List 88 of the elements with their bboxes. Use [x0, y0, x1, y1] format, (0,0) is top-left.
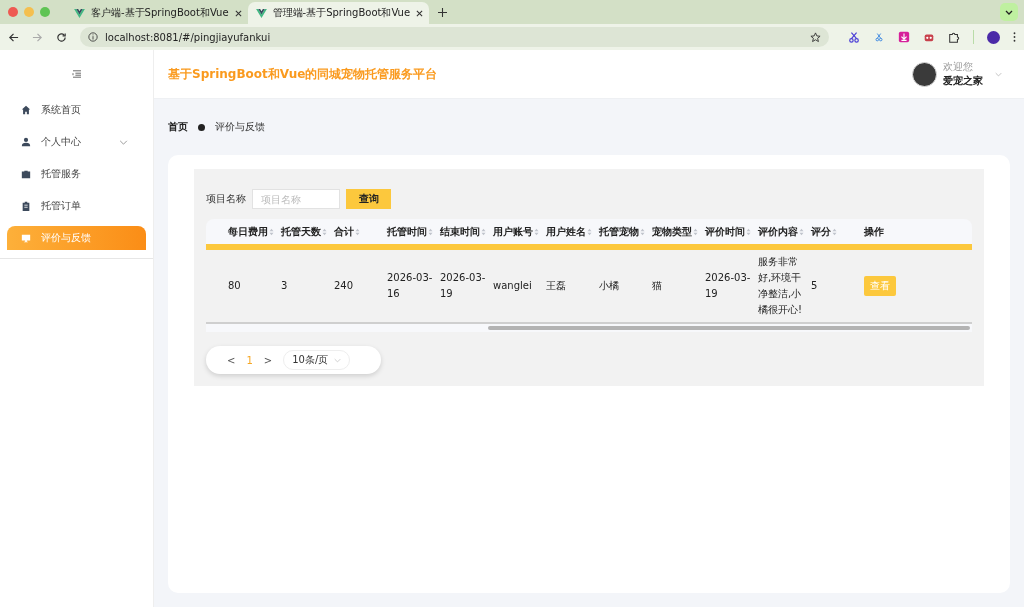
- search-button[interactable]: 查询: [346, 189, 391, 209]
- search-label: 项目名称: [206, 192, 246, 206]
- table-cell-text: 5: [811, 279, 819, 293]
- address-bar[interactable]: localhost:8081/#/pingjiayufankui: [80, 27, 829, 47]
- scissors-icon[interactable]: [873, 31, 885, 43]
- sort-icon[interactable]: [355, 227, 360, 236]
- more-icon[interactable]: [1013, 31, 1016, 43]
- puzzle-icon[interactable]: [948, 31, 960, 43]
- close-icon[interactable]: [234, 9, 242, 17]
- column-header[interactable]: 操作: [864, 224, 917, 239]
- sort-icon[interactable]: [322, 227, 327, 236]
- column-header[interactable]: 托管天数: [281, 224, 334, 239]
- sort-icon[interactable]: [799, 227, 804, 236]
- chevron-down-icon[interactable]: [995, 71, 1002, 77]
- home-icon: [21, 105, 31, 115]
- briefcase-icon: [21, 169, 31, 179]
- table-cell-text: 服务非常好,环境干净整洁,小橘很开心!: [758, 255, 803, 317]
- browser-tab[interactable]: 客户端-基于SpringBoot和Vue: [66, 2, 248, 24]
- close-window-button[interactable]: [8, 7, 18, 17]
- column-header[interactable]: 用户姓名: [546, 224, 599, 239]
- scissors-icon[interactable]: [848, 31, 860, 43]
- sidebar-item[interactable]: 托管服务: [7, 162, 146, 186]
- column-header[interactable]: 宠物类型: [652, 224, 705, 239]
- sidebar-item[interactable]: 系统首页: [7, 98, 146, 122]
- table-cell-text: 2026-03-19: [705, 271, 752, 301]
- greeting-text: 欢迎您: [943, 60, 974, 74]
- sort-icon[interactable]: [481, 227, 486, 236]
- column-header[interactable]: 每日费用: [228, 224, 281, 239]
- download-icon[interactable]: [898, 31, 910, 43]
- chevron-down-icon: [334, 357, 342, 363]
- sort-icon[interactable]: [693, 227, 698, 236]
- v-logo-icon: [255, 8, 267, 18]
- menu-icon[interactable]: [71, 70, 82, 78]
- table-cell-text: 猫: [652, 279, 663, 293]
- reload-icon[interactable]: [56, 31, 67, 43]
- next-page-button[interactable]: >: [260, 354, 276, 366]
- new-tab-icon[interactable]: [438, 8, 448, 17]
- page-size-value: 10条/页: [292, 353, 329, 367]
- user-name: 爱宠之家: [943, 74, 983, 88]
- table-cell-text: 小橘: [599, 279, 620, 293]
- table-cell-text: 王磊: [546, 279, 567, 293]
- forward-icon[interactable]: [32, 31, 43, 43]
- sort-icon[interactable]: [534, 227, 539, 236]
- column-header[interactable]: 评价时间: [705, 224, 758, 239]
- column-header[interactable]: 托管时间: [387, 224, 440, 239]
- sort-icon[interactable]: [832, 227, 837, 236]
- column-header[interactable]: 评分: [811, 224, 864, 239]
- close-icon[interactable]: [416, 9, 424, 17]
- sort-icon[interactable]: [269, 227, 274, 236]
- chevron-down-icon: [1005, 9, 1013, 15]
- table-cell-text: 2026-03-16: [387, 271, 434, 301]
- breadcrumb-item[interactable]: 首页: [168, 120, 188, 134]
- info-icon[interactable]: [88, 32, 98, 42]
- table-cell-text: 80: [228, 279, 242, 293]
- column-header[interactable]: 托管宠物: [599, 224, 652, 239]
- table-cell-text: wanglei: [493, 279, 533, 293]
- sort-icon[interactable]: [587, 227, 592, 236]
- search-field[interactable]: 项目名称: [252, 189, 340, 209]
- bookmark-star-icon[interactable]: [810, 31, 821, 43]
- column-header[interactable]: 评价内容: [758, 224, 811, 239]
- column-header[interactable]: 结束时间: [440, 224, 493, 239]
- chevron-down-icon: [119, 139, 128, 145]
- column-header[interactable]: 用户账号: [493, 224, 546, 239]
- sort-icon[interactable]: [428, 227, 433, 236]
- back-icon[interactable]: [8, 31, 19, 43]
- maximize-window-button[interactable]: [40, 7, 50, 17]
- clipboard-icon: [21, 201, 31, 211]
- user-avatar[interactable]: [912, 61, 937, 87]
- robot-icon[interactable]: [923, 31, 935, 43]
- previous-page-button[interactable]: <: [224, 354, 239, 366]
- column-header[interactable]: 合计: [334, 224, 387, 239]
- sidebar-item[interactable]: 个人中心: [7, 130, 146, 154]
- sort-icon[interactable]: [640, 227, 645, 236]
- horizontal-scrollbar[interactable]: [206, 324, 972, 332]
- user-icon: [21, 137, 31, 147]
- browser-tab[interactable]: 管理端-基于SpringBoot和Vue: [247, 2, 430, 24]
- app-title: 基于SpringBoot和Vue的同城宠物托管服务平台: [168, 65, 439, 83]
- profile-avatar[interactable]: [987, 30, 1000, 44]
- breadcrumb-separator: [198, 123, 205, 131]
- monitor-icon: [21, 233, 31, 243]
- tab-list-button[interactable]: [1000, 3, 1018, 21]
- table-cell-text: 3: [281, 279, 289, 293]
- sort-icon[interactable]: [746, 227, 751, 236]
- v-logo-icon: [74, 8, 85, 18]
- table-cell-text: 2026-03-19: [440, 271, 487, 301]
- breadcrumb-item: 评价与反馈: [215, 120, 265, 134]
- table-cell-text: 240: [334, 279, 355, 293]
- sidebar-item[interactable]: 托管订单: [7, 194, 146, 218]
